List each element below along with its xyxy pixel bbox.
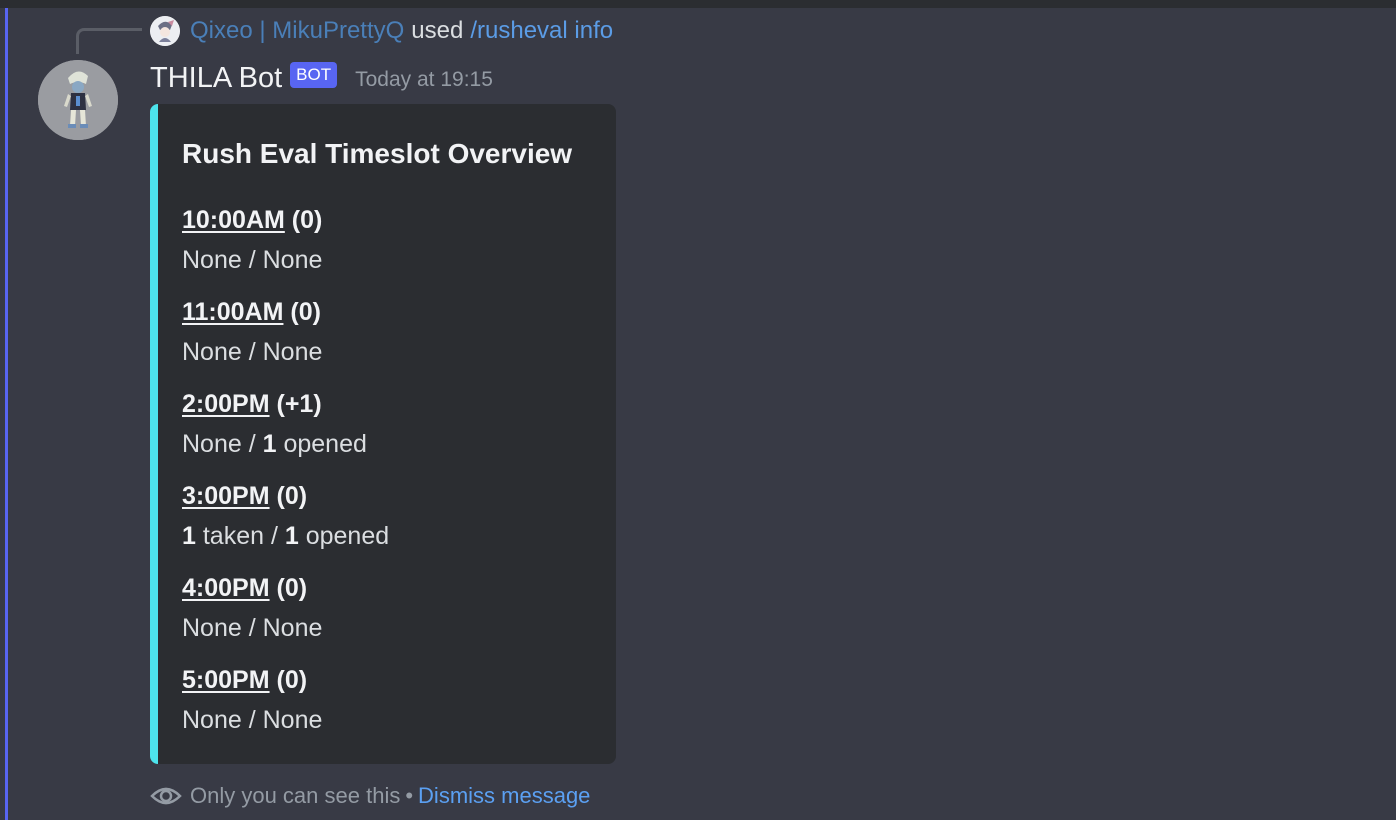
timeslot: 4:00PM (0) None / None [182, 568, 389, 660]
timeslot-time: 4:00PM [182, 574, 270, 602]
bot-avatar[interactable] [38, 60, 118, 140]
timeslot-delta: (0) [276, 482, 308, 510]
timeslot-delta: (+1) [276, 390, 322, 418]
eye-icon [150, 787, 182, 805]
timeslot: 3:00PM (0) 1 taken / 1 opened [182, 476, 389, 568]
timeslot-delta: (0) [276, 666, 308, 694]
message-header: THILA Bot BOT Today at 19:15 [150, 58, 493, 98]
interaction-command[interactable]: /rusheval info [470, 17, 613, 45]
timeslot-delta: (0) [290, 298, 321, 326]
timeslot-status: 1 taken / 1 opened [182, 522, 390, 550]
timeslot-time: 3:00PM [182, 482, 270, 510]
reply-connector [76, 28, 142, 54]
ephemeral-footer: Only you can see this • Dismiss message [150, 778, 590, 814]
timeslot: 10:00AM (0) None / None [182, 200, 389, 292]
footer-separator: • [405, 783, 414, 808]
timeslot-time: 5:00PM [182, 666, 270, 694]
timeslot-status: None / 1 opened [182, 430, 367, 458]
author-name[interactable]: THILA Bot [150, 62, 282, 95]
interaction-user-avatar[interactable] [150, 16, 180, 46]
timeslot: 2:00PM (+1) None / 1 opened [182, 384, 389, 476]
timeslot: 5:00PM (0) None / None [182, 660, 389, 752]
message: Qixeo | MikuPrettyQ used /rusheval info … [0, 8, 1396, 820]
message-timestamp[interactable]: Today at 19:15 [355, 68, 493, 92]
embed-title: Rush Eval Timeslot Overview [182, 138, 573, 169]
timeslot-time: 11:00AM [182, 298, 284, 326]
timeslot-status: None / None [182, 246, 323, 274]
timeslot: 11:00AM (0) None / None [182, 292, 389, 384]
timeslot-status: None / None [182, 614, 323, 642]
timeslot-delta: (0) [291, 206, 323, 234]
timeslot-delta: (0) [276, 574, 308, 602]
timeslot-time: 10:00AM [182, 206, 285, 234]
interaction-reply: Qixeo | MikuPrettyQ used /rusheval info [150, 14, 613, 48]
top-strip [0, 0, 1396, 8]
ephemeral-note: Only you can see this [190, 783, 401, 808]
embed: Rush Eval Timeslot Overview 10:00AM (0) … [150, 104, 616, 764]
interaction-used-text: used [411, 17, 464, 44]
timeslot-list: 10:00AM (0) None / None 11:00AM (0) None… [182, 200, 389, 752]
dismiss-message-link[interactable]: Dismiss message [418, 783, 590, 809]
timeslot-status: None / None [182, 338, 323, 366]
bot-badge: BOT [290, 62, 338, 88]
timeslot-status: None / None [182, 706, 323, 734]
timeslot-time: 2:00PM [182, 390, 270, 418]
embed-accent-bar [150, 104, 158, 764]
ephemeral-accent-bar [5, 8, 8, 820]
interaction-user-name[interactable]: Qixeo | MikuPrettyQ [190, 17, 404, 45]
